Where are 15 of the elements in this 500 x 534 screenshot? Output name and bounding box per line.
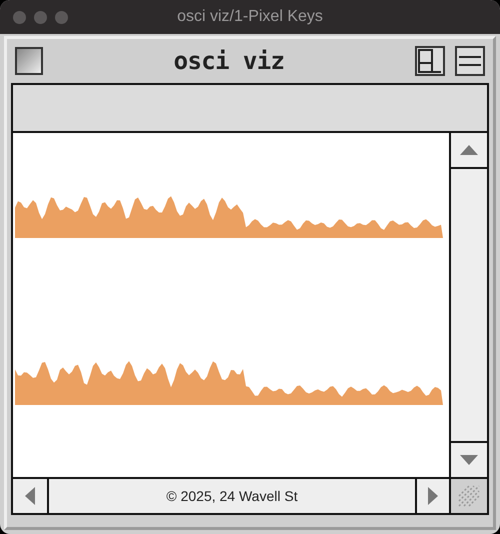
zoom-button[interactable]	[55, 10, 68, 24]
close-box[interactable]	[15, 47, 43, 75]
vertical-scrollbar[interactable]	[449, 133, 487, 477]
collapse-box-icon[interactable]	[455, 46, 485, 76]
zoom-box-icon[interactable]	[415, 46, 445, 76]
resize-grip-icon[interactable]	[457, 484, 481, 508]
window-title: osci viz/1-Pixel Keys	[176, 7, 324, 27]
scroll-right-icon[interactable]	[428, 487, 438, 505]
scroll-down-icon[interactable]	[460, 455, 478, 465]
scroll-up-icon[interactable]	[460, 145, 478, 155]
app-title: osci viz	[172, 46, 286, 77]
footer-text: © 2025, 24 Wavell St	[166, 486, 298, 506]
minimize-button[interactable]	[34, 10, 47, 24]
scroll-left-icon[interactable]	[25, 487, 35, 505]
close-button[interactable]	[13, 10, 26, 24]
